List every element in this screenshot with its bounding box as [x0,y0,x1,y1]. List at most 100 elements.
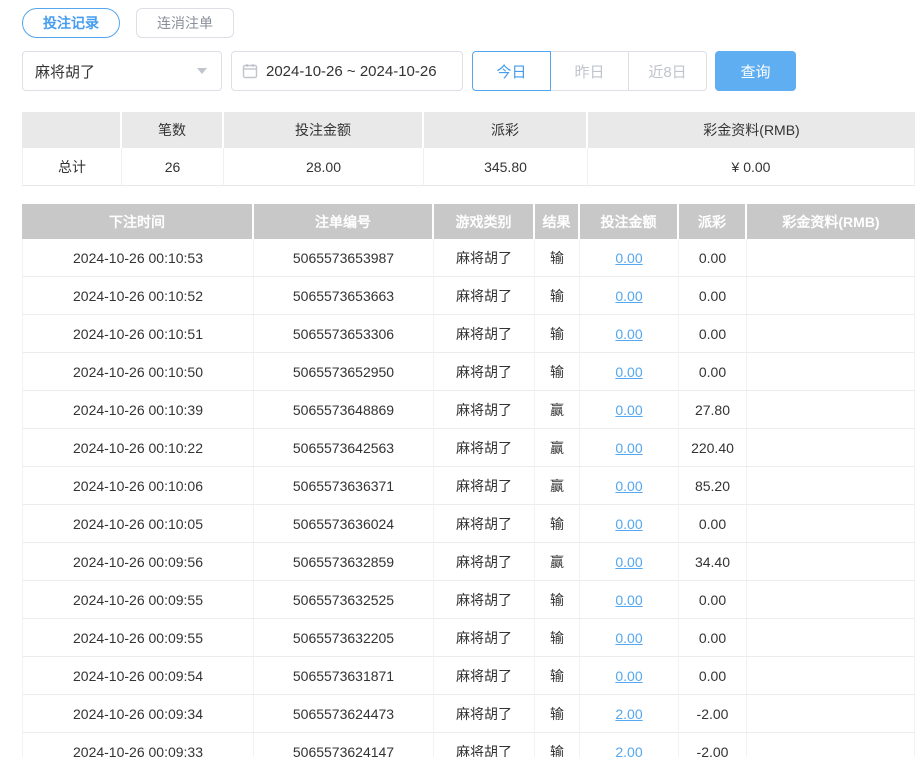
date-range-input[interactable]: 2024-10-26 ~ 2024-10-26 [231,51,463,91]
summary-header-row: 笔数 投注金额 派彩 彩金资料(RMB) [22,112,915,148]
bet-amount-cell: 0.00 [580,277,679,315]
summary-header-cell [22,112,122,148]
bet-amount-link[interactable]: 2.00 [615,744,642,757]
bet-amount-cell: 0.00 [580,657,679,695]
table-row: 2024-10-26 00:09:34 5065573624473 麻将胡了输 2.0… [22,695,915,733]
result-cell: 赢 [535,429,580,467]
payout-cell: 0.00 [679,315,747,353]
summary-payout-value: 345.80 [424,148,588,186]
bet-amount-link[interactable]: 0.00 [615,288,642,304]
order-id-cell: 5065573636024 [254,505,434,543]
records-header-cell: 结果 [535,204,580,239]
game-type-cell: 麻将胡了 [434,657,535,695]
yesterday-button[interactable]: 昨日 [550,51,629,91]
bet-time-cell: 2024-10-26 00:10:51 [22,315,254,353]
game-select-value: 麻将胡了 [35,63,96,81]
order-id-cell: 5065573653663 [254,277,434,315]
query-button[interactable]: 查询 [715,51,796,91]
result-cell: 输 [535,239,580,277]
order-id-cell: 5065573642563 [254,429,434,467]
order-id-cell: 5065573624473 [254,695,434,733]
result-cell: 输 [535,505,580,543]
bonus-cell [747,353,915,391]
summary-header-cell: 笔数 [122,112,224,148]
bonus-cell [747,429,915,467]
summary-header-cell: 投注金额 [224,112,424,148]
summary-table: 笔数 投注金额 派彩 彩金资料(RMB) 总计 26 28.00 345.80 ¥ 0… [22,112,915,186]
bet-amount-cell: 2.00 [580,733,679,757]
game-type-cell: 麻将胡了 [434,619,535,657]
payout-cell: -2.00 [679,733,747,757]
summary-bet-amount-value: 28.00 [224,148,424,186]
payout-cell: 85.20 [679,467,747,505]
bet-amount-cell: 0.00 [580,353,679,391]
table-row: 2024-10-26 00:10:06 5065573636371 麻将胡了赢 0.0… [22,467,915,505]
game-select[interactable]: 麻将胡了 [22,51,222,91]
bonus-cell [747,695,915,733]
table-row: 2024-10-26 00:10:05 5065573636024 麻将胡了输 0.0… [22,505,915,543]
game-type-cell: 麻将胡了 [434,239,535,277]
summary-total-row: 总计 26 28.00 345.80 ¥ 0.00 [22,148,915,186]
summary-header-cell: 派彩 [424,112,588,148]
game-type-cell: 麻将胡了 [434,467,535,505]
bet-amount-link[interactable]: 0.00 [615,440,642,456]
bet-amount-link[interactable]: 0.00 [615,326,642,342]
result-cell: 赢 [535,467,580,505]
tab-betting-records[interactable]: 投注记录 [22,8,120,38]
game-type-cell: 麻将胡了 [434,315,535,353]
bet-amount-link[interactable]: 0.00 [615,478,642,494]
game-type-cell: 麻将胡了 [434,733,535,757]
summary-bonus-value: ¥ 0.00 [588,148,915,186]
table-row: 2024-10-26 00:09:33 5065573624147 麻将胡了输 2.0… [22,733,915,757]
bet-amount-link[interactable]: 0.00 [615,668,642,684]
bet-amount-link[interactable]: 0.00 [615,592,642,608]
table-row: 2024-10-26 00:10:52 5065573653663 麻将胡了输 0.0… [22,277,915,315]
game-type-cell: 麻将胡了 [434,505,535,543]
payout-cell: 34.40 [679,543,747,581]
table-row: 2024-10-26 00:10:53 5065573653987 麻将胡了输 0.0… [22,239,915,277]
records-header-cell: 下注时间 [22,204,254,239]
bonus-cell [747,543,915,581]
order-id-cell: 5065573624147 [254,733,434,757]
game-type-cell: 麻将胡了 [434,391,535,429]
result-cell: 输 [535,695,580,733]
bet-time-cell: 2024-10-26 00:10:22 [22,429,254,467]
order-id-cell: 5065573653306 [254,315,434,353]
today-button[interactable]: 今日 [472,51,551,91]
bet-amount-link[interactable]: 0.00 [615,250,642,266]
bet-amount-link[interactable]: 0.00 [615,554,642,570]
bet-amount-cell: 0.00 [580,619,679,657]
result-cell: 输 [535,277,580,315]
table-row: 2024-10-26 00:09:55 5065573632205 麻将胡了输 0.0… [22,619,915,657]
tab-cancelled-orders[interactable]: 连消注单 [136,8,234,38]
payout-cell: 0.00 [679,657,747,695]
bet-time-cell: 2024-10-26 00:09:56 [22,543,254,581]
summary-total-label: 总计 [22,148,122,186]
result-cell: 输 [535,657,580,695]
order-id-cell: 5065573653987 [254,239,434,277]
payout-cell: 0.00 [679,353,747,391]
bet-amount-link[interactable]: 0.00 [615,516,642,532]
bet-amount-cell: 0.00 [580,543,679,581]
date-quick-buttons: 今日 昨日 近8日 [472,51,707,91]
bonus-cell [747,581,915,619]
bet-amount-link[interactable]: 0.00 [615,402,642,418]
bet-amount-link[interactable]: 0.00 [615,630,642,646]
payout-cell: 0.00 [679,581,747,619]
payout-cell: 27.80 [679,391,747,429]
bet-amount-cell: 0.00 [580,315,679,353]
betting-records-page: 投注记录 连消注单 麻将胡了 2024-10-26 ~ 2024-10-26 今… [0,0,922,757]
last-8-days-button[interactable]: 近8日 [628,51,707,91]
bonus-cell [747,277,915,315]
bonus-cell [747,239,915,277]
bonus-cell [747,315,915,353]
order-id-cell: 5065573632859 [254,543,434,581]
payout-cell: 220.40 [679,429,747,467]
payout-cell: 0.00 [679,277,747,315]
bet-amount-link[interactable]: 2.00 [615,706,642,722]
bet-time-cell: 2024-10-26 00:09:34 [22,695,254,733]
records-table: 下注时间 注单编号 游戏类别 结果 投注金额 派彩 彩金资料(RMB) 2024-10-26… [22,204,915,757]
bonus-cell [747,657,915,695]
bet-amount-link[interactable]: 0.00 [615,364,642,380]
result-cell: 输 [535,581,580,619]
